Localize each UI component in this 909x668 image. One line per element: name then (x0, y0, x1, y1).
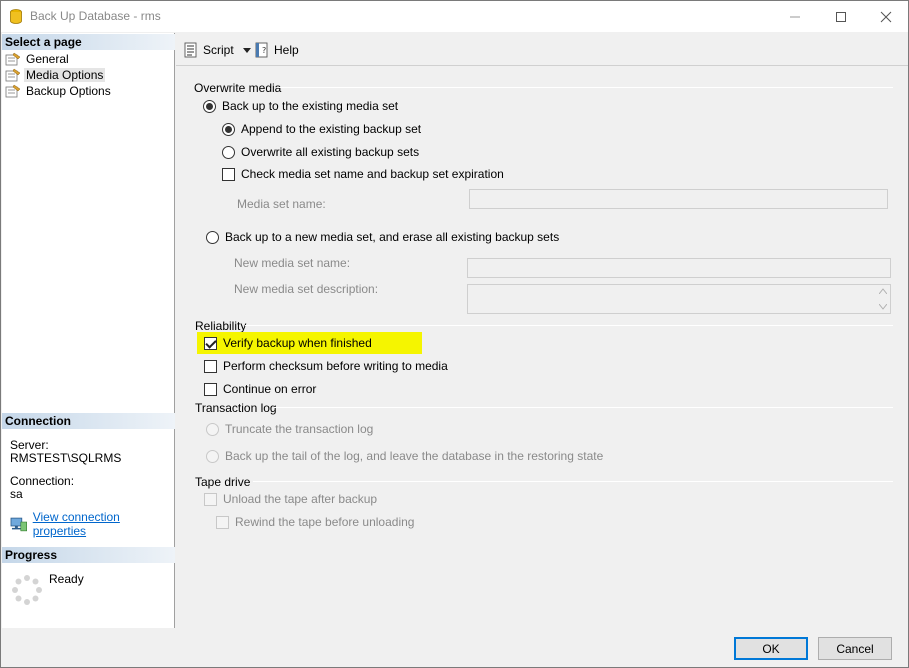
radio-control[interactable] (222, 122, 235, 136)
continue-on-error-label: Continue on error (223, 382, 317, 396)
scroll-up-icon[interactable] (879, 288, 887, 294)
radio-control[interactable] (206, 449, 219, 463)
left-pane: Select a page General Media Options Back… (2, 33, 175, 628)
progress-spinner-icon (12, 575, 42, 605)
check-media-label: Check media set name and backup set expi… (241, 167, 504, 181)
help-button[interactable]: ? Help (254, 40, 299, 60)
svg-text:?: ? (262, 46, 266, 55)
checkbox-control[interactable] (204, 382, 217, 396)
checkbox-control[interactable] (216, 515, 229, 529)
reliability-label: Reliability (195, 319, 247, 333)
transaction-log-divider (274, 407, 893, 408)
checkbox-control[interactable] (222, 167, 235, 181)
new-media-name-label: New media set name: (234, 256, 351, 270)
rewind-tape-label: Rewind the tape before unloading (235, 515, 415, 529)
radio-control[interactable] (203, 99, 216, 113)
scroll-down-icon[interactable] (879, 304, 887, 310)
unload-tape-checkbox[interactable]: Unload the tape after backup (204, 490, 377, 508)
append-radio[interactable]: Append to the existing backup set (222, 120, 421, 138)
title-bar: Back Up Database - rms (1, 1, 908, 32)
page-item-label: Backup Options (26, 84, 111, 98)
backup-new-radio[interactable]: Back up to a new media set, and erase al… (206, 228, 559, 246)
select-page-header: Select a page (2, 34, 175, 50)
overwrite-media-label: Overwrite media (194, 81, 282, 95)
page-item-general[interactable]: General (5, 51, 71, 67)
continue-on-error-checkbox[interactable]: Continue on error (204, 380, 316, 398)
help-book-icon: ? (255, 42, 268, 58)
script-icon (184, 42, 197, 58)
page-item-media-options[interactable]: Media Options (5, 67, 106, 83)
checksum-label: Perform checksum before writing to media (223, 359, 448, 373)
script-label: Script (203, 43, 234, 57)
backup-database-window: Back Up Database - rms Select a page Gen… (0, 0, 909, 668)
page-item-label: Media Options (24, 68, 106, 82)
dialog-button-bar: OK Cancel (1, 629, 908, 667)
minimize-button[interactable] (772, 1, 818, 32)
script-button[interactable]: Script (183, 40, 251, 60)
reliability-divider (245, 325, 893, 326)
maximize-button[interactable] (818, 1, 864, 32)
radio-control[interactable] (206, 230, 219, 244)
connection-label: Connection: (10, 474, 75, 488)
progress-status: Ready (49, 572, 84, 586)
backup-existing-label: Back up to the existing media set (222, 99, 399, 113)
page-item-backup-options[interactable]: Backup Options (5, 83, 113, 99)
maximize-icon (836, 11, 846, 22)
close-button[interactable] (863, 1, 909, 32)
connection-value: sa (10, 487, 23, 501)
backup-new-label: Back up to a new media set, and erase al… (225, 230, 560, 244)
truncate-log-label: Truncate the transaction log (225, 422, 374, 436)
truncate-log-radio[interactable]: Truncate the transaction log (206, 420, 373, 438)
media-set-name-input[interactable] (469, 189, 888, 209)
window-title: Back Up Database - rms (30, 9, 161, 23)
tail-log-radio[interactable]: Back up the tail of the log, and leave t… (206, 447, 603, 465)
view-connection-properties[interactable]: View connection properties (10, 510, 174, 538)
server-value: RMSTEST\SQLRMS (10, 451, 122, 465)
help-label: Help (274, 43, 299, 57)
radio-control[interactable] (222, 145, 235, 159)
radio-control[interactable] (206, 422, 219, 436)
tape-drive-divider (253, 481, 893, 482)
checkbox-control[interactable] (204, 492, 217, 506)
progress-header: Progress (2, 547, 175, 563)
page-wrench-icon (5, 84, 21, 98)
verify-checkbox[interactable]: Verify backup when finished (204, 334, 372, 352)
main-pane: Script ? Help Overwrite media Back up to… (176, 33, 908, 628)
overwrite-media-divider (279, 87, 893, 88)
view-connection-link[interactable]: View connection properties (33, 510, 174, 538)
tail-log-label: Back up the tail of the log, and leave t… (225, 449, 604, 463)
overwrite-all-radio[interactable]: Overwrite all existing backup sets (222, 143, 419, 161)
check-media-checkbox[interactable]: Check media set name and backup set expi… (222, 165, 504, 183)
checksum-checkbox[interactable]: Perform checksum before writing to media (204, 357, 448, 375)
checkbox-control[interactable] (204, 336, 217, 350)
chevron-down-icon[interactable] (242, 47, 251, 53)
minimize-icon (790, 16, 800, 17)
connection-header: Connection (2, 413, 175, 429)
verify-label: Verify backup when finished (223, 336, 372, 350)
checkbox-control[interactable] (204, 359, 217, 373)
tape-drive-label: Tape drive (195, 475, 251, 489)
new-media-name-input[interactable] (467, 258, 891, 278)
close-icon (880, 11, 892, 22)
database-icon (10, 9, 22, 24)
page-wrench-icon (5, 68, 21, 82)
cancel-button[interactable]: Cancel (818, 637, 892, 660)
new-media-desc-textarea[interactable] (467, 284, 891, 314)
page-wrench-icon (5, 52, 21, 66)
connection-properties-icon (10, 517, 27, 532)
transaction-log-label: Transaction log (195, 401, 277, 415)
page-item-label: General (26, 52, 69, 66)
append-label: Append to the existing backup set (241, 122, 422, 136)
new-media-desc-label: New media set description: (234, 282, 379, 296)
server-label: Server: (10, 438, 49, 452)
media-set-name-label: Media set name: (237, 197, 326, 211)
overwrite-all-label: Overwrite all existing backup sets (241, 145, 420, 159)
rewind-tape-checkbox[interactable]: Rewind the tape before unloading (216, 513, 414, 531)
ok-button[interactable]: OK (734, 637, 808, 660)
toolbar: Script ? Help (176, 33, 908, 66)
backup-existing-radio[interactable]: Back up to the existing media set (203, 97, 398, 115)
unload-tape-label: Unload the tape after backup (223, 492, 378, 506)
